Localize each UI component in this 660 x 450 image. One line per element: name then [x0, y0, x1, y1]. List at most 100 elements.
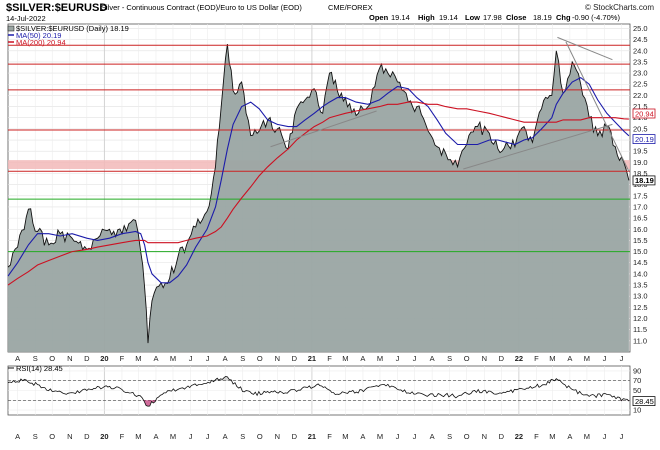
- close-label: Close: [506, 13, 526, 22]
- price-x-tick-label: O: [257, 354, 263, 363]
- price-x-tick-label: J: [413, 354, 417, 363]
- badge-rsi: 28.45: [635, 397, 654, 406]
- price-x-tick-label: A: [360, 354, 365, 363]
- price-axis-tick-label: 23.0: [633, 69, 648, 78]
- rsi-x-tick-label: M: [342, 432, 348, 441]
- badge-last: 18.19: [635, 176, 654, 185]
- price-x-tick-label: M: [377, 354, 383, 363]
- rsi-x-tick-label: A: [360, 432, 365, 441]
- price-axis-tick-label: 16.0: [633, 225, 648, 234]
- price-x-tick-label: M: [170, 354, 176, 363]
- price-x-tick-label: M: [135, 354, 141, 363]
- price-axis-tick-label: 24.5: [633, 35, 648, 44]
- rsi-x-tick-label: J: [620, 432, 624, 441]
- price-x-tick-label: M: [549, 354, 555, 363]
- price-axis-tick-label: 23.5: [633, 57, 648, 66]
- price-x-tick-label: J: [396, 354, 400, 363]
- price-x-tick-label: A: [567, 354, 572, 363]
- price-panel: 11.0 11.5 12.0 12.5 13.0 13.5 14.0 14.5 15.0 15.5…: [7, 23, 648, 363]
- rsi-x-tick-label: A: [430, 432, 435, 441]
- rsi-x-tick-label: J: [413, 432, 417, 441]
- price-x-tick-label: J: [603, 354, 607, 363]
- chart-date: 14-Jul-2022: [6, 14, 46, 23]
- rsi-legend: RSI(14) 28.45: [8, 364, 63, 373]
- price-x-tick-label: A: [430, 354, 435, 363]
- rsi-x-tick-label: N: [482, 432, 487, 441]
- price-axis-tick-label: 11.0: [633, 336, 647, 345]
- rsi-x-tick-label: F: [534, 432, 539, 441]
- rsi-x-tick-label: O: [257, 432, 263, 441]
- rsi-x-tick-label: M: [170, 432, 176, 441]
- rsi-x-tick-label: S: [240, 432, 245, 441]
- price-x-tick-label: S: [447, 354, 452, 363]
- price-x-tick-label: 21: [308, 354, 316, 363]
- price-x-tick-label: N: [482, 354, 487, 363]
- low-value: 17.98: [483, 13, 502, 22]
- rsi-x-tick-label: F: [120, 432, 125, 441]
- price-x-tick-label: S: [240, 354, 245, 363]
- price-axis-tick-label: 17.0: [633, 202, 648, 211]
- rsi-x-tick-label: J: [189, 432, 193, 441]
- rsi-x-tick-label: A: [223, 432, 228, 441]
- rsi-x-tick-label: 22: [515, 432, 523, 441]
- legend-ma200-label: MA(200) 20.94: [16, 38, 66, 47]
- chart-symbol: $SILVER:$EURUSD: [6, 2, 107, 14]
- rsi-x-tick-label: M: [584, 432, 590, 441]
- rsi-x-tick-label: M: [377, 432, 383, 441]
- stock-chart: $SILVER:$EURUSD Silver - Continuous Cont…: [0, 0, 660, 445]
- price-x-tick-label: O: [464, 354, 470, 363]
- rsi-x-tick-label: A: [567, 432, 572, 441]
- high-label: High: [418, 13, 435, 22]
- price-x-tick-label: F: [327, 354, 332, 363]
- chg-value: -0.90 (-4.70%): [572, 13, 620, 22]
- rsi-x-tick-label: S: [33, 432, 38, 441]
- rsi-x-tick-label: 21: [308, 432, 316, 441]
- price-axis-tick-label: 16.5: [633, 214, 648, 223]
- price-x-tick-label: A: [223, 354, 228, 363]
- rsi-x-tick-label: M: [135, 432, 141, 441]
- low-label: Low: [465, 13, 480, 22]
- rsi-x-tick-label: M: [549, 432, 555, 441]
- rsi-x-tick-label: J: [206, 432, 210, 441]
- rsi-x-tick-label: J: [396, 432, 400, 441]
- price-x-tick-label: S: [33, 354, 38, 363]
- price-x-tick-label: F: [120, 354, 125, 363]
- price-x-tick-label: O: [49, 354, 55, 363]
- price-x-tick-label: J: [620, 354, 624, 363]
- rsi-x-tick-label: 20: [100, 432, 108, 441]
- price-axis-tick-label: 14.0: [633, 269, 648, 278]
- price-axis-tick-label: 13.0: [633, 292, 648, 301]
- price-axis-tick-label: 22.0: [633, 91, 648, 100]
- rsi-panel: A S O N D 20 F M A M J J A S O N D 21 F M A M J J A S O N D 22 F M A M J J 1…: [7, 365, 641, 441]
- price-axis-tick-label: 15.0: [633, 247, 648, 256]
- rsi-x-tick-label: S: [447, 432, 452, 441]
- rsi-axis-tick-label: 70: [633, 376, 641, 385]
- rsi-x-tick-label: A: [153, 432, 158, 441]
- rsi-x-tick-label: F: [327, 432, 332, 441]
- legend-price-swatch: [7, 25, 15, 32]
- rsi-axis-tick-label: 90: [633, 366, 641, 375]
- price-x-tick-label: N: [67, 354, 72, 363]
- stockcharts-watermark: © StockCharts.com: [585, 3, 654, 12]
- chg-label: Chg: [556, 13, 571, 22]
- high-value: 19.14: [439, 13, 458, 22]
- price-axis-tick-label: 14.5: [633, 258, 648, 267]
- price-axis-tick-label: 12.5: [633, 303, 648, 312]
- price-x-tick-label: D: [84, 354, 90, 363]
- price-x-tick-label: J: [189, 354, 193, 363]
- price-x-tick-label: F: [534, 354, 539, 363]
- open-label: Open: [369, 13, 389, 22]
- chart-canvas: $SILVER:$EURUSD Silver - Continuous Cont…: [6, 2, 656, 441]
- price-x-tick-label: A: [15, 354, 20, 363]
- legend-rsi-label: RSI(14) 28.45: [16, 364, 63, 373]
- rsi-x-tick-label: O: [464, 432, 470, 441]
- badge-ma200: 20.94: [635, 109, 654, 118]
- rsi-x-tick-label: N: [275, 432, 280, 441]
- rsi-x-tick-label: D: [84, 432, 90, 441]
- price-axis-tick-label: 13.5: [633, 281, 648, 290]
- price-axis-tick-label: 19.0: [633, 158, 648, 167]
- price-axis-tick-label: 25.0: [633, 24, 648, 33]
- price-x-tick-label: A: [153, 354, 158, 363]
- price-x-tick-label: M: [584, 354, 590, 363]
- price-x-tick-label: 22: [515, 354, 523, 363]
